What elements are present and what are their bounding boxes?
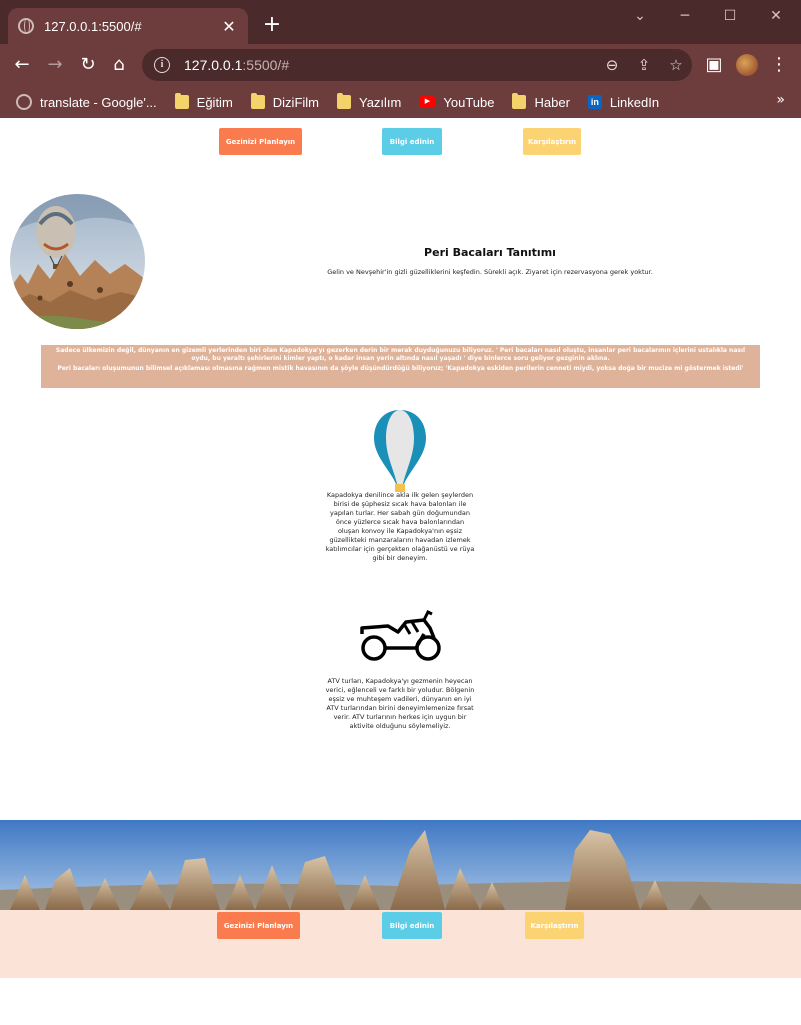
- tab-search-icon[interactable]: ⌄: [630, 8, 650, 24]
- footer-compare-button[interactable]: Karşılaştırın: [525, 912, 584, 939]
- band-paragraph: Sadece ülkemizin değil, dünyanın en gize…: [55, 347, 746, 362]
- bookmark-dizifilm[interactable]: DiziFilm: [250, 93, 319, 110]
- bookmark-star-icon[interactable]: ☆: [660, 56, 692, 74]
- atv-motorbike-icon: [358, 609, 444, 666]
- close-tab-icon[interactable]: ✕: [220, 17, 238, 36]
- back-button[interactable]: ←: [10, 53, 34, 77]
- bookmark-translate[interactable]: translate - Google'...: [16, 94, 157, 110]
- browser-tab[interactable]: 127.0.0.1:5500/# ✕: [8, 8, 248, 44]
- reload-button[interactable]: ↻: [76, 53, 100, 77]
- balloon-tour-text: Kapadokya denilince akla ilk gelen şeyle…: [325, 491, 475, 562]
- footer-plan-trip-button[interactable]: Gezinizi Planlayın: [217, 912, 300, 939]
- bookmark-linkedin[interactable]: in LinkedIn: [587, 95, 659, 110]
- plan-trip-button[interactable]: Gezinizi Planlayın: [219, 128, 302, 155]
- bookmark-haber[interactable]: Haber: [512, 93, 570, 110]
- bookmarks-bar: translate - Google'... Eğitim DiziFilm Y…: [0, 86, 801, 118]
- bookmark-egitim[interactable]: Eğitim: [174, 93, 233, 110]
- linkedin-icon: in: [587, 95, 602, 109]
- browser-toolbar: ← → ↻ ⌂ i 127.0.0.1:5500/# ⊖ ⇪ ☆ ▣ ⋮: [0, 44, 801, 86]
- menu-icon[interactable]: ⋮: [767, 53, 791, 77]
- maximize-button[interactable]: ☐: [720, 8, 740, 24]
- tab-title: 127.0.0.1:5500/#: [44, 18, 142, 34]
- close-window-button[interactable]: ✕: [766, 8, 786, 24]
- page-title: Peri Bacaları Tanıtımı: [424, 246, 556, 259]
- forward-button[interactable]: →: [43, 53, 67, 77]
- info-band: Sadece ülkemizin değil, dünyanın en gize…: [41, 345, 760, 388]
- page-content: Gezinizi Planlayın Bilgi edinin Karşılaş…: [0, 118, 801, 1025]
- intro-text: Gelin ve Nevşehir'in gizli güzelliklerin…: [327, 268, 653, 276]
- folder-icon: [174, 93, 189, 109]
- zoom-icon[interactable]: ⊖: [596, 56, 628, 74]
- google-icon: [16, 94, 32, 110]
- minimize-button[interactable]: ─: [675, 8, 695, 24]
- bookmark-yazilim[interactable]: Yazılım: [337, 93, 401, 110]
- globe-icon: [18, 18, 34, 34]
- get-info-button[interactable]: Bilgi edinin: [382, 128, 442, 155]
- more-bookmarks-icon[interactable]: »: [776, 92, 785, 108]
- url-text[interactable]: 127.0.0.1:5500/#: [184, 57, 596, 73]
- browser-chrome: 127.0.0.1:5500/# ✕ + ⌄ ─ ☐ ✕ ← → ↻ ⌂ i 1…: [0, 0, 801, 118]
- atv-tour-text: ATV turları, Kapadokya'yı gezmenin heyec…: [325, 677, 475, 730]
- folder-icon: [512, 93, 527, 109]
- folder-icon: [337, 93, 351, 109]
- profile-avatar[interactable]: [736, 54, 758, 76]
- bookmark-youtube[interactable]: ▶ YouTube: [419, 95, 494, 110]
- home-button[interactable]: ⌂: [107, 53, 131, 77]
- side-panel-icon[interactable]: ▣: [702, 53, 726, 77]
- fairy-chimneys-landscape-image: [0, 820, 801, 910]
- site-info-icon[interactable]: i: [154, 57, 170, 73]
- hot-air-balloon-icon: [372, 408, 428, 496]
- cappadocia-balloon-image: [10, 194, 145, 329]
- share-icon[interactable]: ⇪: [628, 56, 660, 74]
- footer-get-info-button[interactable]: Bilgi edinin: [382, 912, 442, 939]
- youtube-icon: ▶: [419, 96, 436, 108]
- band-paragraph: Peri bacaları oluşumunun bilimsel açıkla…: [57, 365, 744, 372]
- new-tab-button[interactable]: +: [262, 14, 282, 36]
- folder-icon: [250, 93, 265, 109]
- tab-bar: 127.0.0.1:5500/# ✕ + ⌄ ─ ☐ ✕: [0, 0, 801, 44]
- address-bar[interactable]: i 127.0.0.1:5500/# ⊖ ⇪ ☆: [142, 49, 692, 81]
- compare-button[interactable]: Karşılaştırın: [523, 128, 581, 155]
